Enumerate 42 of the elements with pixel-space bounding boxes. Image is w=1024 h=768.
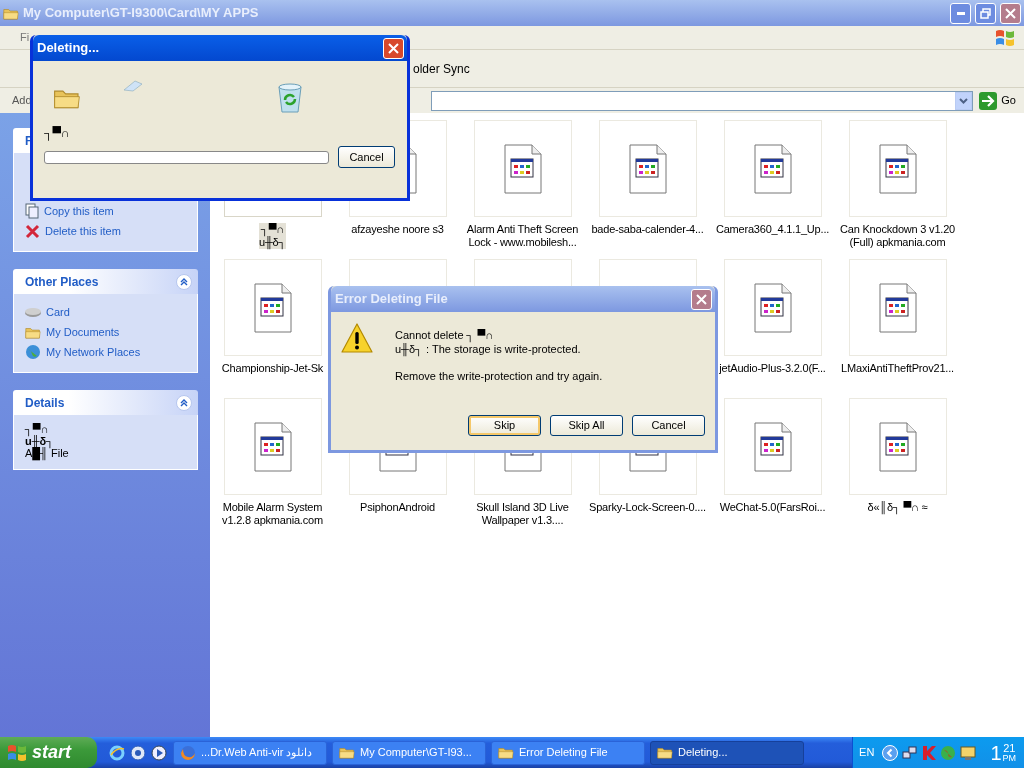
dialog-title: Error Deleting File xyxy=(335,290,449,309)
file-name[interactable]: ┐▀∩ u╫δ┐ xyxy=(259,223,286,249)
task-link[interactable]: Delete this item xyxy=(45,222,121,240)
file-name[interactable]: Can Knockdown 3 v1.20 (Full) apkmania.com xyxy=(839,223,955,249)
task-link[interactable]: My Network Places xyxy=(46,343,141,361)
task-link[interactable]: Card xyxy=(46,303,70,321)
dialog-button[interactable]: Skip xyxy=(468,414,541,436)
file-name[interactable]: Alarm Anti Theft Screen Lock - www.mobilesh... xyxy=(466,223,579,249)
start-button[interactable]: start xyxy=(0,737,97,768)
dialog-title: Deleting... xyxy=(37,39,101,58)
taskbar-button[interactable]: دانلود Dr.Web Anti-vir... xyxy=(173,740,327,765)
menu-item[interactable]: Fi xyxy=(20,29,30,46)
file-name[interactable]: afzayeshe noore s3 xyxy=(351,223,444,236)
file-name[interactable]: Camera360_4.1.1_Up... xyxy=(715,223,830,236)
file-name[interactable]: Championship-Jet-Sk xyxy=(221,362,324,375)
task-link[interactable]: Copy this item xyxy=(44,202,114,220)
file-name[interactable]: Skull Island 3D Live Wallpaper v1.3.... xyxy=(476,501,569,527)
task-link[interactable]: My Documents xyxy=(46,323,120,341)
error-message: Cannot delete ┐ ▀∩ u╫δ┐ : The storage is write-protected. xyxy=(395,328,582,356)
file-name[interactable]: jetAudio-Plus-3.2.0(F... xyxy=(719,362,826,375)
taskbar-button[interactable]: My Computer\GT-I93... xyxy=(332,740,486,765)
file-name[interactable]: Sparky-Lock-Screen-0.... xyxy=(589,501,706,514)
taskbar-button[interactable]: Error Deleting File xyxy=(491,740,645,765)
error-hint: Remove the write-protection and try again. xyxy=(395,369,603,384)
dialog-button[interactable]: Skip All xyxy=(550,414,623,436)
go-button[interactable]: Go xyxy=(977,91,1024,110)
window-title: My Computer\GT-I9300\Card\MY APPS xyxy=(23,4,260,23)
dialog-button[interactable]: Cancel xyxy=(632,414,705,436)
file-name[interactable]: WeChat-5.0(FarsRoi... xyxy=(719,501,826,514)
file-name[interactable]: LMaxiAntiTheftProv21... xyxy=(841,362,954,375)
file-name[interactable]: bade-saba-calender-4... xyxy=(591,223,704,236)
toolbar-button[interactable]: older Sync xyxy=(413,59,470,78)
file-name[interactable]: Mobile Alarm System v1.2.8 apkmania.com xyxy=(222,501,323,527)
file-name[interactable]: PsiphonAndroid xyxy=(360,501,435,514)
section-header[interactable]: Other Places xyxy=(13,269,198,294)
section-header[interactable]: Details xyxy=(13,390,198,415)
details-text: ┐▀∩ u╫δ┐ A█╢ File xyxy=(25,423,70,459)
file-name[interactable]: δ«║δ┐ ▀∩ ≈ xyxy=(867,501,928,514)
taskbar-button[interactable]: Deleting... xyxy=(650,740,804,765)
file-name: ┐▀∩ xyxy=(44,125,70,142)
section-title: Details xyxy=(25,394,65,412)
section-title: Other Places xyxy=(25,273,99,291)
